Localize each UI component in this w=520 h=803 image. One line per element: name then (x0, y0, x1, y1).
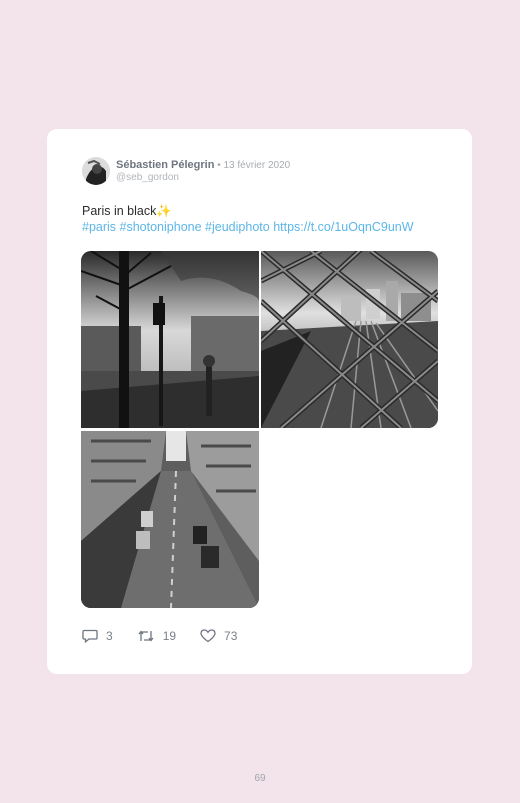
reply-button[interactable]: 3 (82, 629, 113, 643)
narrow-street-cars-photo[interactable] (81, 431, 259, 608)
reply-count: 3 (106, 629, 113, 643)
tweet-card: Sébastien Pélegrin • 13 février 2020 @se… (47, 129, 472, 674)
author-line: Sébastien Pélegrin • 13 février 2020 (116, 159, 290, 171)
author-handle[interactable]: @seb_gordon (116, 172, 179, 183)
tweet-links-line: #paris #shotoniphone #jeudiphoto https:/… (82, 220, 414, 234)
hashtag-shotoniphone[interactable]: #shotoniphone (120, 220, 202, 234)
retweet-count: 19 (162, 629, 177, 643)
chain-link-fence-railway-photo[interactable] (261, 251, 438, 428)
street-tree-traffic-light-photo[interactable] (81, 251, 259, 428)
reply-icon (82, 629, 98, 643)
date-separator: • (214, 160, 224, 171)
avatar[interactable] (82, 157, 110, 185)
page-number: 69 (254, 773, 266, 784)
like-count: 73 (224, 629, 238, 643)
retweet-button[interactable]: 19 (137, 629, 176, 643)
heart-icon (200, 629, 216, 643)
sparkle-emoji: ✨ (156, 204, 172, 218)
tweet-link[interactable]: https://t.co/1uOqnC9unW (273, 220, 413, 234)
hashtag-jeudiphoto[interactable]: #jeudiphoto (205, 220, 270, 234)
tweet-text-line: Paris in black✨ (82, 204, 172, 219)
tweet-date[interactable]: 13 février 2020 (224, 160, 291, 171)
like-button[interactable]: 73 (200, 629, 237, 643)
retweet-icon (138, 630, 154, 642)
tweet-actions: 3 19 73 (82, 629, 261, 643)
tweet-text: Paris in black (82, 204, 157, 218)
author-name[interactable]: Sébastien Pélegrin (116, 159, 214, 171)
hashtag-paris[interactable]: #paris (82, 220, 116, 234)
